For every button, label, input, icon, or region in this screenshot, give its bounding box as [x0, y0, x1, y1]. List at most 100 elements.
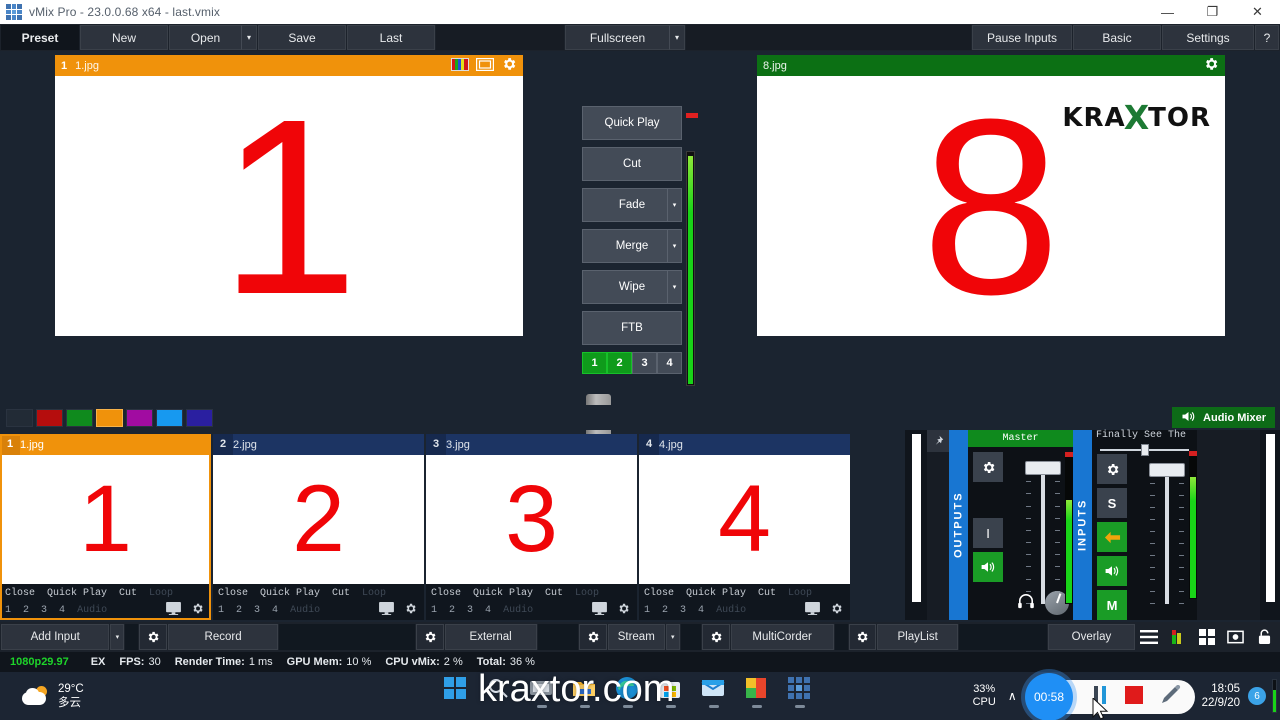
external-button[interactable]: External — [444, 624, 537, 650]
mixer-right-scrollbar[interactable] — [1260, 430, 1280, 620]
cut-button[interactable]: Cut — [582, 147, 682, 181]
mail-icon[interactable] — [701, 676, 727, 708]
swatch-4[interactable] — [126, 408, 153, 427]
transition-button-4[interactable]: 4 — [657, 352, 682, 374]
input-4-cut-button[interactable]: Cut — [758, 588, 776, 599]
input-2-close-button[interactable]: Close — [218, 588, 248, 599]
input-3-bus-2[interactable]: 2 — [449, 605, 455, 616]
save-button[interactable]: Save — [258, 25, 346, 50]
input-1-gear-icon[interactable] — [191, 602, 204, 619]
swatch-3[interactable] — [96, 408, 123, 427]
preview-settings-gear-icon[interactable] — [501, 56, 517, 75]
swatch-1[interactable] — [36, 408, 63, 427]
channel-speaker-icon[interactable] — [1097, 556, 1127, 586]
new-button[interactable]: New — [80, 25, 168, 50]
input-2-preview[interactable]: 2 — [213, 455, 424, 584]
master-fader-knob[interactable] — [1025, 461, 1061, 475]
input-3-bus-4[interactable]: 4 — [485, 605, 491, 616]
input-3-close-button[interactable]: Close — [431, 588, 461, 599]
input-2-bus-1[interactable]: 1 — [218, 605, 224, 616]
ftb-button[interactable]: FTB — [582, 311, 682, 345]
input-4-bus-2[interactable]: 2 — [662, 605, 668, 616]
fade-dropdown-arrow[interactable]: ▾ — [667, 189, 681, 221]
external-settings-gear-icon[interactable] — [416, 624, 444, 650]
input-4-quickplay-button[interactable]: Quick Play — [686, 588, 746, 599]
fullscreen-dropdown-arrow[interactable]: ▾ — [669, 25, 685, 50]
add-input-dropdown-arrow[interactable]: ▾ — [110, 624, 125, 650]
input-3-audio-button[interactable]: Audio — [503, 605, 533, 616]
open-dropdown-arrow[interactable]: ▾ — [241, 25, 257, 50]
input-4-preview[interactable]: 4 — [639, 455, 850, 584]
input-2-loop-button[interactable]: Loop — [362, 588, 386, 599]
master-gear-icon[interactable] — [973, 452, 1003, 482]
input-2-bus-2[interactable]: 2 — [236, 605, 242, 616]
levels-icon[interactable] — [1164, 624, 1192, 650]
wipe-dropdown-arrow[interactable]: ▾ — [667, 271, 681, 303]
input-3-bus-1[interactable]: 1 — [431, 605, 437, 616]
input-3-gear-icon[interactable] — [617, 602, 630, 619]
audio-mixer-tab[interactable]: Audio Mixer — [1172, 407, 1275, 428]
input-2-bus-4[interactable]: 4 — [272, 605, 278, 616]
input-tile-2[interactable]: 2 2.jpg 2 Close Quick Play Cut Loop 1 2 … — [213, 434, 424, 620]
input-tile-1[interactable]: 1 1.jpg 1 Close Quick Play Cut Loop 1 2 … — [0, 434, 211, 620]
transition-button-3[interactable]: 3 — [632, 352, 657, 374]
input-3-quickplay-button[interactable]: Quick Play — [473, 588, 533, 599]
taskbar-clock[interactable]: 18:05 22/9/20 — [1202, 682, 1248, 711]
mixer-right-scrollbar-thumb[interactable] — [1265, 434, 1275, 602]
channel-bus-arrow-icon[interactable] — [1097, 522, 1127, 552]
record-button[interactable]: Record — [167, 624, 279, 650]
input-tile-3[interactable]: 3 3.jpg 3 Close Quick Play Cut Loop 1 2 … — [426, 434, 637, 620]
basic-button[interactable]: Basic — [1073, 25, 1161, 50]
pause-inputs-button[interactable]: Pause Inputs — [972, 25, 1072, 50]
stream-settings-gear-icon[interactable] — [579, 624, 607, 650]
close-button[interactable]: ✕ — [1235, 0, 1280, 24]
transition-button-2[interactable]: 2 — [607, 352, 632, 374]
input-4-bus-3[interactable]: 3 — [680, 605, 686, 616]
transition-button-1[interactable]: 1 — [582, 352, 607, 374]
channel-fader-track[interactable] — [1165, 471, 1169, 604]
multicorder-settings-gear-icon[interactable] — [702, 624, 730, 650]
grid-icon[interactable] — [1192, 624, 1221, 650]
notification-badge[interactable]: 6 — [1248, 687, 1266, 705]
preview-window[interactable]: 1 1.jpg 1 — [55, 55, 523, 336]
multicorder-button[interactable]: MultiCorder — [730, 624, 834, 650]
input-1-bus-3[interactable]: 3 — [41, 605, 47, 616]
stream-dropdown-arrow[interactable]: ▾ — [665, 624, 680, 650]
input-3-monitor-icon[interactable] — [592, 601, 607, 619]
input-1-cut-button[interactable]: Cut — [119, 588, 137, 599]
vmix-icon[interactable] — [787, 676, 813, 708]
master-meter-button[interactable]: I — [973, 518, 1003, 548]
input-3-bus-3[interactable]: 3 — [467, 605, 473, 616]
channel-fader[interactable] — [1127, 449, 1187, 620]
channel-solo-button[interactable]: S — [1097, 488, 1127, 518]
mixer-scrollbar[interactable] — [905, 430, 927, 620]
input-1-bus-2[interactable]: 2 — [23, 605, 29, 616]
weather-widget[interactable]: 29°C 多云 — [0, 682, 84, 711]
fullscreen-button[interactable]: Fullscreen — [565, 25, 669, 50]
input-4-loop-button[interactable]: Loop — [788, 588, 812, 599]
cpu-usage-indicator[interactable]: 33% CPU — [973, 683, 996, 709]
input-3-cut-button[interactable]: Cut — [545, 588, 563, 599]
add-input-button[interactable]: Add Input — [1, 624, 110, 650]
master-fader-track[interactable] — [1041, 469, 1045, 604]
input-4-audio-button[interactable]: Audio — [716, 605, 746, 616]
minimize-button[interactable]: — — [1145, 0, 1190, 24]
start-icon[interactable] — [443, 676, 469, 702]
fade-button[interactable]: Fade ▾ — [582, 188, 682, 222]
headphone-icon[interactable] — [1017, 593, 1035, 614]
master-fader[interactable] — [1003, 447, 1069, 620]
input-4-close-button[interactable]: Close — [644, 588, 674, 599]
last-button[interactable]: Last — [347, 25, 435, 50]
merge-button[interactable]: Merge ▾ — [582, 229, 682, 263]
program-settings-gear-icon[interactable] — [1203, 56, 1219, 75]
record-settings-gear-icon[interactable] — [139, 624, 167, 650]
master-speaker-icon[interactable] — [973, 552, 1003, 582]
stream-button[interactable]: Stream — [607, 624, 665, 650]
input-1-monitor-icon[interactable] — [166, 601, 181, 619]
tray-expand-chevron-icon[interactable]: ∧ — [1008, 689, 1017, 703]
input-4-monitor-icon[interactable] — [805, 601, 820, 619]
playlist-button[interactable]: PlayList — [877, 624, 959, 650]
input-1-preview[interactable]: 1 — [0, 455, 211, 584]
list-icon[interactable] — [1135, 624, 1164, 650]
channel-fader-knob[interactable] — [1149, 463, 1185, 477]
